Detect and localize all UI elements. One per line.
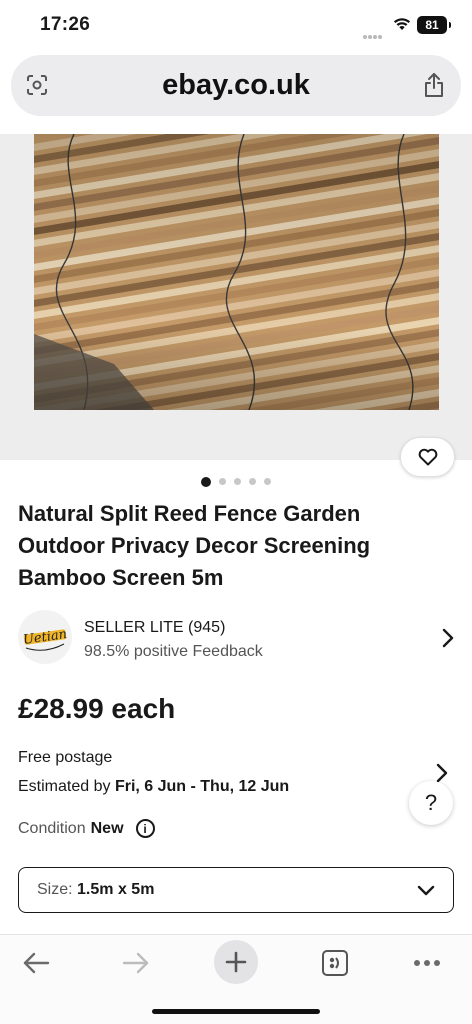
tabs-button[interactable] bbox=[313, 943, 357, 983]
seller-card[interactable]: Uetian SELLER LITE (945) 98.5% positive … bbox=[18, 610, 458, 666]
gallery-dot-1[interactable] bbox=[201, 476, 211, 487]
battery-icon: 81 bbox=[417, 16, 451, 34]
condition-row: Condition New i bbox=[18, 819, 155, 838]
more-icon bbox=[414, 960, 440, 966]
status-bar: 17:26 81 bbox=[0, 0, 472, 52]
gallery-dot-2[interactable] bbox=[219, 478, 226, 485]
wifi-icon bbox=[393, 17, 411, 36]
product-image[interactable] bbox=[34, 134, 439, 410]
url-text[interactable]: ebay.co.uk bbox=[11, 69, 461, 102]
gallery-dot-5[interactable] bbox=[264, 478, 271, 485]
info-icon[interactable]: i bbox=[135, 819, 155, 838]
help-button[interactable]: ? bbox=[409, 781, 453, 825]
heart-icon bbox=[418, 448, 437, 466]
seller-name[interactable]: SELLER LITE (945) bbox=[84, 619, 225, 637]
price: £28.99 each bbox=[18, 693, 176, 724]
size-label: Size: bbox=[37, 881, 73, 898]
address-bar[interactable]: ebay.co.uk bbox=[11, 55, 461, 116]
gallery-dot-3[interactable] bbox=[234, 478, 241, 485]
size-value: 1.5m x 5m bbox=[77, 881, 155, 898]
chevron-down-icon bbox=[417, 884, 435, 902]
size-select[interactable]: Size: 1.5m x 5m bbox=[18, 867, 454, 913]
more-menu-button[interactable] bbox=[405, 943, 449, 983]
arrow-left-icon bbox=[23, 952, 50, 974]
estimate-prefix: Estimated by bbox=[18, 778, 111, 795]
cellular-signal-icon bbox=[363, 26, 385, 39]
new-tab-button[interactable] bbox=[214, 940, 258, 984]
plus-icon bbox=[225, 951, 247, 973]
forward-button[interactable] bbox=[114, 943, 158, 983]
status-time: 17:26 bbox=[40, 14, 91, 35]
tabs-icon bbox=[322, 950, 348, 976]
home-indicator bbox=[152, 1009, 320, 1014]
gallery-pagination[interactable] bbox=[0, 476, 472, 487]
condition-label: Condition bbox=[18, 819, 86, 837]
share-icon[interactable] bbox=[423, 72, 447, 98]
watchlist-heart-button[interactable] bbox=[400, 437, 455, 477]
product-gallery[interactable] bbox=[0, 134, 472, 460]
size-select-label: Size: 1.5m x 5m bbox=[37, 881, 154, 899]
condition-value: New bbox=[90, 819, 124, 837]
seller-feedback: 98.5% positive Feedback bbox=[84, 643, 263, 660]
listing-title: Natural Split Reed Fence Garden Outdoor … bbox=[18, 501, 371, 590]
seller-logo-text: Uetian bbox=[22, 627, 68, 648]
gallery-dot-4[interactable] bbox=[249, 478, 256, 485]
chevron-right-icon[interactable] bbox=[442, 628, 454, 653]
back-button[interactable] bbox=[14, 943, 58, 983]
delivery-estimate: Estimated by Fri, 6 Jun - Thu, 12 Jun bbox=[18, 778, 289, 796]
arrow-right-icon bbox=[122, 952, 149, 974]
seller-avatar[interactable]: Uetian bbox=[18, 610, 72, 664]
postage-text: Free postage bbox=[18, 749, 113, 766]
estimate-dates: Fri, 6 Jun - Thu, 12 Jun bbox=[114, 778, 290, 795]
